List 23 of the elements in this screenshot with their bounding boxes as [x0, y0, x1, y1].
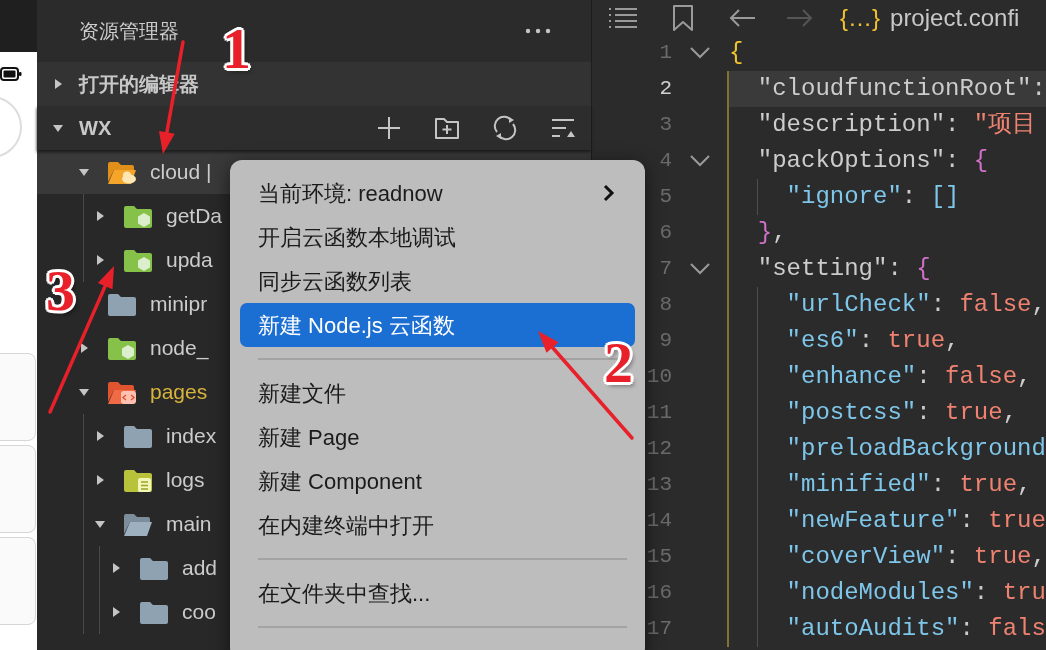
line-number: 9 — [659, 328, 672, 355]
line-number: 17 — [646, 616, 672, 643]
line-number: 2 — [659, 76, 672, 103]
line-number: 16 — [646, 580, 672, 607]
panel-title: 资源管理器 — [79, 19, 179, 44]
line-number: 8 — [659, 292, 672, 319]
line-number: 13 — [646, 472, 672, 499]
line-number: 10 — [646, 364, 672, 391]
line-number: 3 — [659, 112, 672, 139]
line-number: 11 — [646, 400, 672, 427]
code-line: "description": "项目 — [727, 107, 1046, 143]
line-number: 6 — [659, 220, 672, 247]
json-file-icon: {…} — [840, 0, 881, 36]
line-number: 14 — [646, 508, 672, 535]
line-number: 7 — [659, 256, 672, 283]
code-line: { — [728, 38, 745, 68]
line-number: 12 — [646, 436, 672, 463]
line-number: 1 — [659, 40, 672, 67]
code-line: }, — [727, 215, 1046, 251]
line-number: 15 — [646, 544, 672, 571]
line-number: 5 — [659, 184, 672, 211]
line-number: 4 — [659, 148, 672, 175]
step-number: 3 — [46, 262, 75, 320]
